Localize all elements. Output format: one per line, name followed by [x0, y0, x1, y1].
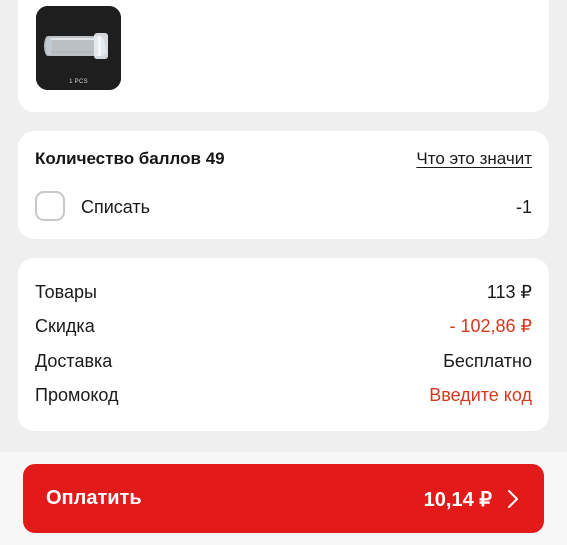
summary-row-promo: Промокод Введите код — [35, 385, 532, 409]
redeem-points-checkbox[interactable] — [35, 191, 65, 221]
summary-label-discount: Скидка — [35, 316, 95, 336]
pay-button-amount: 10,14 ₽ — [423, 489, 492, 511]
redeem-points-label[interactable]: Списать — [81, 197, 150, 218]
summary-label-delivery: Доставка — [35, 351, 113, 371]
pay-button-label: Оплатить — [46, 487, 142, 509]
summary-value-goods: 113 ₽ — [486, 282, 532, 302]
summary-row-goods: Товары 113 ₽ — [35, 282, 532, 306]
points-title: Количество баллов 49 — [35, 149, 225, 168]
pay-button[interactable]: Оплатить 10,14 ₽ — [23, 464, 544, 533]
summary-value-discount: - 102,86 ₽ — [449, 316, 532, 336]
thumbnail-caption: 1 PCS — [69, 79, 88, 85]
enter-promo-code-link[interactable]: Введите код — [429, 385, 532, 406]
summary-row-delivery: Доставка Бесплатно — [35, 351, 532, 375]
summary-row-discount: Скидка - 102,86 ₽ — [35, 316, 532, 340]
summary-label-promo: Промокод — [35, 385, 119, 405]
points-info-link[interactable]: Что это значит — [416, 149, 532, 169]
product-thumbnail[interactable]: 1 PCS — [36, 6, 121, 90]
product-image-icon — [36, 6, 121, 90]
summary-value-delivery: Бесплатно — [443, 351, 532, 371]
product-card: 1 PCS — [18, 0, 549, 112]
points-card: Количество баллов 49 Что это значит Спис… — [18, 131, 549, 239]
order-summary-card: Товары 113 ₽ Скидка - 102,86 ₽ Доставка … — [18, 258, 549, 431]
points-redeem-value: -1 — [515, 197, 532, 217]
chevron-right-icon — [508, 490, 518, 508]
summary-label-goods: Товары — [35, 282, 97, 302]
